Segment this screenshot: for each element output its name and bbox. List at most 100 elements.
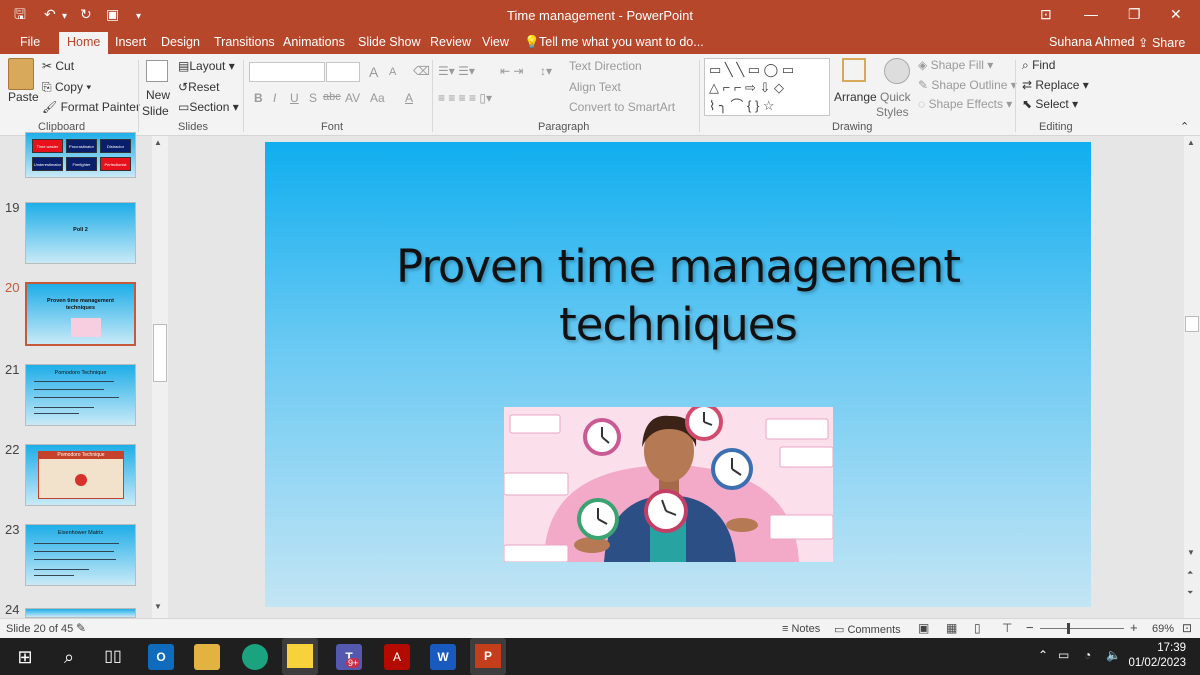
italic-button[interactable]: I [273, 91, 276, 105]
battery-icon[interactable]: ▭ [1058, 648, 1069, 662]
shrink-font-button[interactable]: A [389, 66, 396, 78]
slide-thumbnail-22[interactable]: Pomodoro Technique [25, 444, 136, 506]
copy-button[interactable]: ⎘ Copy ▾ [42, 80, 91, 95]
slide-title[interactable]: Proven time management techniques [265, 238, 1091, 354]
reset-button[interactable]: ↺Reset [178, 80, 219, 94]
layout-button[interactable]: ▤Layout ▾ [178, 59, 235, 73]
normal-view-icon[interactable]: ▣ [918, 621, 929, 635]
section-button[interactable]: ▭Section ▾ [178, 100, 239, 114]
slide-sorter-icon[interactable]: ▦ [946, 621, 957, 635]
quick-styles-button[interactable]: Quick [880, 90, 911, 104]
select-button[interactable]: ⬉ Select ▾ [1022, 97, 1078, 111]
tab-animations[interactable]: Animations [283, 35, 345, 49]
zoom-slider-thumb[interactable] [1067, 623, 1070, 634]
restore-icon[interactable]: ❐ [1128, 6, 1141, 23]
juggling-clocks-illustration[interactable] [504, 407, 833, 562]
shape-fill-button[interactable]: ◈ Shape Fill ▾ [918, 58, 993, 72]
slideshow-view-icon[interactable]: ⊤ [1002, 621, 1012, 635]
grow-font-button[interactable]: A [369, 64, 378, 80]
reading-view-icon[interactable]: ▯ [974, 621, 981, 635]
slide-thumbnail-24[interactable] [25, 608, 136, 618]
sticky-notes-active[interactable] [282, 638, 318, 675]
zoom-level[interactable]: 69% [1152, 623, 1174, 635]
arrange-button[interactable]: Arrange [834, 90, 877, 104]
volume-icon[interactable]: 🔈 [1106, 648, 1121, 662]
tell-me-search[interactable]: Tell me what you want to do... [539, 35, 704, 49]
scroll-down-icon[interactable]: ▼ [1187, 548, 1195, 557]
word-icon[interactable]: W [430, 644, 456, 670]
tab-slide-show[interactable]: Slide Show [358, 35, 421, 49]
underline-button[interactable]: U [290, 91, 299, 105]
align-text-button[interactable]: Align Text [569, 80, 621, 94]
outlook-icon[interactable]: O [148, 644, 174, 670]
quick-styles-button-2[interactable]: Styles [876, 105, 909, 119]
shape-outline-button[interactable]: ✎ Shape Outline ▾ [918, 78, 1017, 92]
fit-to-window-icon[interactable]: ⊡ [1182, 621, 1192, 635]
line-spacing-button[interactable]: ↕▾ [540, 64, 552, 78]
replace-button[interactable]: ⇄ Replace ▾ [1022, 78, 1089, 92]
previous-slide-icon[interactable]: ⏶ [1187, 568, 1193, 578]
close-icon[interactable]: ✕ [1170, 6, 1182, 23]
share-button[interactable]: ⇪ Share [1138, 35, 1185, 50]
arrange-icon[interactable] [842, 58, 866, 82]
acrobat-icon[interactable]: A [384, 644, 410, 670]
collapse-ribbon-icon[interactable]: ⌃ [1180, 120, 1189, 133]
user-name[interactable]: Suhana Ahmed [1049, 35, 1135, 49]
windows-start-icon[interactable]: ⊞ [12, 644, 38, 670]
scroll-thumb[interactable] [153, 324, 167, 382]
search-icon[interactable]: ⌕ [56, 644, 82, 670]
edge-icon[interactable] [242, 644, 268, 670]
minimize-icon[interactable]: — [1084, 6, 1098, 22]
current-slide[interactable]: Proven time management techniques [265, 142, 1091, 607]
taskbar-clock[interactable]: 17:39 01/02/2023 [1128, 641, 1186, 671]
thumbnails-scrollbar[interactable]: ▲ ▼ [152, 136, 168, 618]
scroll-down-icon[interactable]: ▼ [154, 602, 162, 611]
task-view-icon[interactable]: ▯▯ [100, 644, 126, 670]
convert-smartart-button[interactable]: Convert to SmartArt [569, 100, 675, 114]
shape-effects-button[interactable]: ◌ Shape Effects ▾ [918, 97, 1012, 111]
slide-thumbnail-20[interactable]: Proven time management techniques [25, 282, 136, 346]
show-hidden-icons-icon[interactable]: ⌃ [1038, 648, 1048, 662]
bold-button[interactable]: B [254, 91, 263, 105]
text-direction-button[interactable]: Text Direction [569, 59, 642, 73]
slide-thumbnail-21[interactable]: Pomodoro Technique [25, 364, 136, 426]
slide-thumbnail-19[interactable]: Poll 2 [25, 202, 136, 264]
comments-button[interactable]: ▭ Comments [834, 623, 901, 636]
new-slide-button-2[interactable]: Slide [142, 104, 169, 118]
wifi-icon[interactable]: ◔ [1084, 648, 1091, 662]
format-painter-button[interactable]: 🖌 Format Painter [42, 100, 140, 114]
tab-file[interactable]: File [20, 35, 40, 49]
new-slide-button[interactable]: New [146, 88, 170, 102]
tab-transitions[interactable]: Transitions [214, 35, 275, 49]
scroll-up-icon[interactable]: ▲ [1187, 138, 1195, 147]
notes-button[interactable]: ≡ Notes [782, 623, 820, 635]
ribbon-display-options-icon[interactable]: ⊡ [1040, 6, 1052, 23]
character-spacing-button[interactable]: AV [345, 91, 360, 105]
zoom-in-icon[interactable]: + [1130, 620, 1138, 635]
scroll-up-icon[interactable]: ▲ [154, 138, 162, 147]
file-explorer-icon[interactable] [194, 644, 220, 670]
font-family-box[interactable] [249, 62, 325, 82]
slide-thumbnail-18[interactable]: Time waster Procrastinator Distractor Un… [25, 132, 136, 178]
zoom-out-icon[interactable]: − [1026, 620, 1034, 635]
alignment-buttons[interactable]: ≡ ≡ ≡ ≡ ▯▾ [438, 91, 492, 105]
spell-check-icon[interactable]: ✎ [76, 621, 86, 635]
shapes-gallery[interactable]: ▭ ╲ ╲ ▭ ◯ ▭ △ ⌐ ⌐ ⇨ ⇩ ◇ ⌇ ╮ ⌒ { } ☆ [704, 58, 830, 116]
tab-insert[interactable]: Insert [115, 35, 146, 49]
zoom-slider[interactable] [1040, 628, 1124, 629]
tab-home[interactable]: Home [59, 32, 109, 54]
cut-button[interactable]: ✂ Cut [42, 59, 74, 73]
tab-design[interactable]: Design [161, 35, 200, 49]
quick-styles-icon[interactable] [884, 58, 910, 84]
clear-formatting-icon[interactable]: ⌫ [413, 64, 430, 78]
shadow-button[interactable]: S [309, 91, 317, 105]
powerpoint-active[interactable]: P [470, 638, 506, 675]
indent-buttons[interactable]: ⇤ ⇥ [500, 64, 523, 78]
new-slide-icon[interactable] [146, 60, 168, 82]
scroll-thumb[interactable] [1185, 316, 1199, 332]
tab-review[interactable]: Review [430, 35, 471, 49]
paste-button[interactable]: Paste [8, 90, 39, 104]
font-color-button[interactable]: A [405, 91, 413, 105]
strikethrough-button[interactable]: abc [323, 91, 341, 103]
slide-thumbnail-23[interactable]: Eisenhower Matrix [25, 524, 136, 586]
